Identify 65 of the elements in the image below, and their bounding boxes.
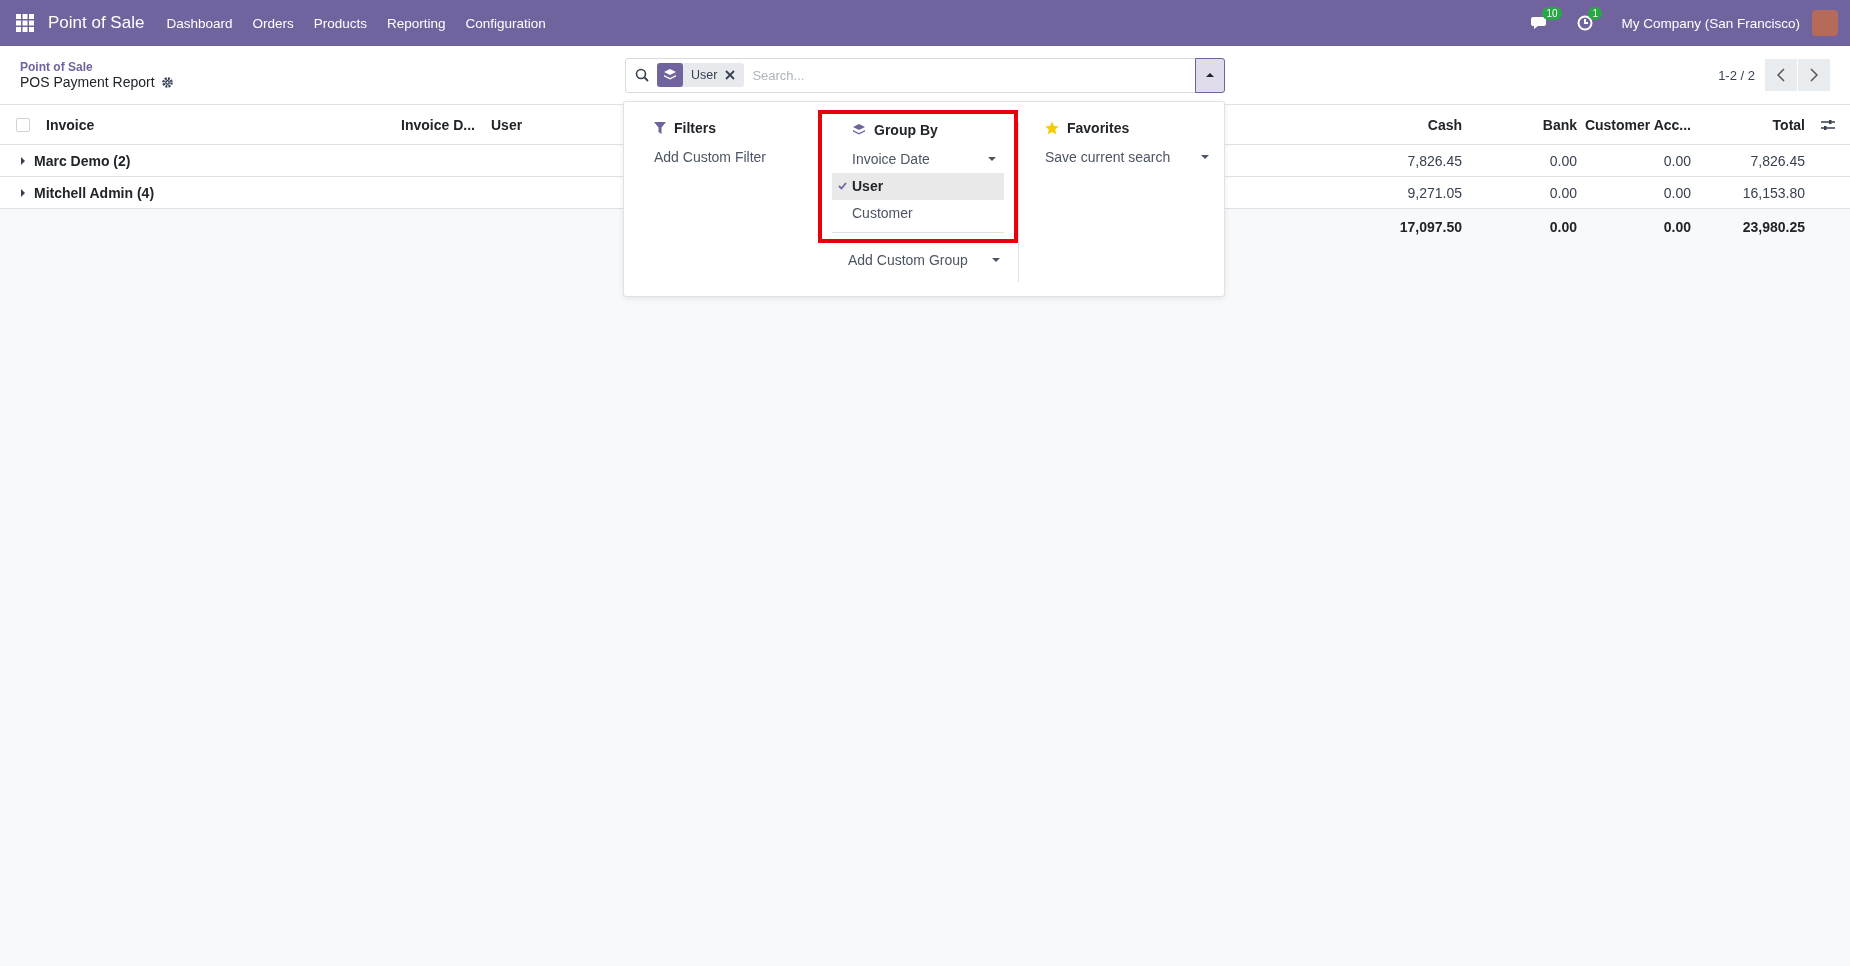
apps-grid-icon[interactable]	[16, 14, 34, 32]
gear-icon[interactable]	[160, 75, 174, 89]
table-cell-text: 0.00	[1663, 152, 1692, 169]
table-cell-text: 7,826.45	[1407, 152, 1463, 169]
clock-icon[interactable]	[1577, 15, 1594, 31]
total-cell-text: 0.00	[1663, 219, 1692, 235]
total-cell-text: 17,097.50	[1399, 219, 1463, 235]
layers-icon	[852, 122, 866, 137]
layers-icon	[657, 63, 683, 87]
column-header[interactable]: Bank	[1542, 116, 1585, 133]
pager-range: 1-2 / 2	[1718, 67, 1755, 83]
table-cell-text: 16,153.80	[1742, 184, 1806, 201]
caret-icon	[1206, 72, 1214, 78]
caret-icon	[20, 156, 26, 165]
caret-icon	[988, 156, 996, 162]
table-cell-text: 7,826.45	[1750, 152, 1806, 169]
menu-option[interactable]: Save current search	[1037, 143, 1219, 171]
close-icon[interactable]	[725, 70, 736, 80]
menu-item[interactable]: Reporting	[377, 15, 456, 31]
table-cell-text: 0.00	[1663, 184, 1692, 201]
search-field[interactable]: User Search...	[625, 57, 1225, 93]
group-name[interactable]: Marc Demo (2)	[0, 152, 131, 169]
breadcrumb-link[interactable]: Point of Sale	[20, 60, 625, 74]
total-cell-text: 0.00	[1549, 219, 1578, 235]
caret-icon	[1201, 154, 1209, 160]
section-title: Group By	[874, 121, 938, 138]
group-option[interactable]: Customer	[832, 199, 1004, 227]
app-name[interactable]: Point of Sale	[48, 13, 145, 33]
section-title: Favorites	[1067, 119, 1130, 136]
filter-icon	[654, 121, 666, 134]
section-title: Filters	[674, 119, 716, 136]
notification-badge: 1	[1588, 7, 1602, 20]
star-icon	[1045, 120, 1059, 135]
menu-item[interactable]: Dashboard	[156, 15, 243, 31]
check-icon	[837, 182, 847, 190]
table-cell-text: 0.00	[1549, 184, 1578, 201]
search-icon	[635, 68, 649, 82]
menu-item[interactable]: Orders	[242, 15, 304, 31]
group-option[interactable]: User	[832, 172, 1004, 200]
group-option[interactable]: Invoice Date	[832, 145, 1004, 173]
menu-item[interactable]: Products	[303, 15, 377, 31]
column-header[interactable]: Customer Acc...	[1584, 116, 1699, 133]
menu-option[interactable]: Add Custom Group	[828, 242, 1008, 277]
page-title: POS Payment Report	[20, 74, 155, 90]
notification-badge: 10	[1542, 7, 1562, 20]
dropdown-toggle[interactable]	[1195, 57, 1225, 93]
table-cell-text: 9,271.05	[1407, 184, 1463, 201]
chevron-right-icon	[1810, 68, 1818, 82]
caret-icon	[992, 256, 1000, 263]
column-header[interactable]: Cash	[1427, 116, 1470, 133]
column-header[interactable]: Invoice D...	[395, 116, 475, 133]
caret-icon	[20, 188, 26, 197]
menu-option[interactable]: Add Custom Filter	[646, 143, 810, 171]
company-name[interactable]: My Company (San Francisco)	[1621, 15, 1800, 31]
facet-label: User	[690, 68, 719, 82]
select-all-checkbox[interactable]	[16, 117, 30, 132]
sliders-icon[interactable]	[1821, 118, 1835, 131]
total-cell-text: 23,980.25	[1742, 219, 1806, 235]
table-cell-text: 0.00	[1549, 152, 1578, 169]
column-header[interactable]: Total	[1772, 116, 1813, 133]
column-header[interactable]: Invoice	[40, 116, 95, 133]
column-header[interactable]: User	[485, 116, 523, 133]
chevron-left-icon	[1777, 68, 1785, 82]
group-name[interactable]: Mitchell Admin (4)	[0, 184, 155, 201]
menu-item[interactable]: Configuration	[455, 15, 556, 31]
